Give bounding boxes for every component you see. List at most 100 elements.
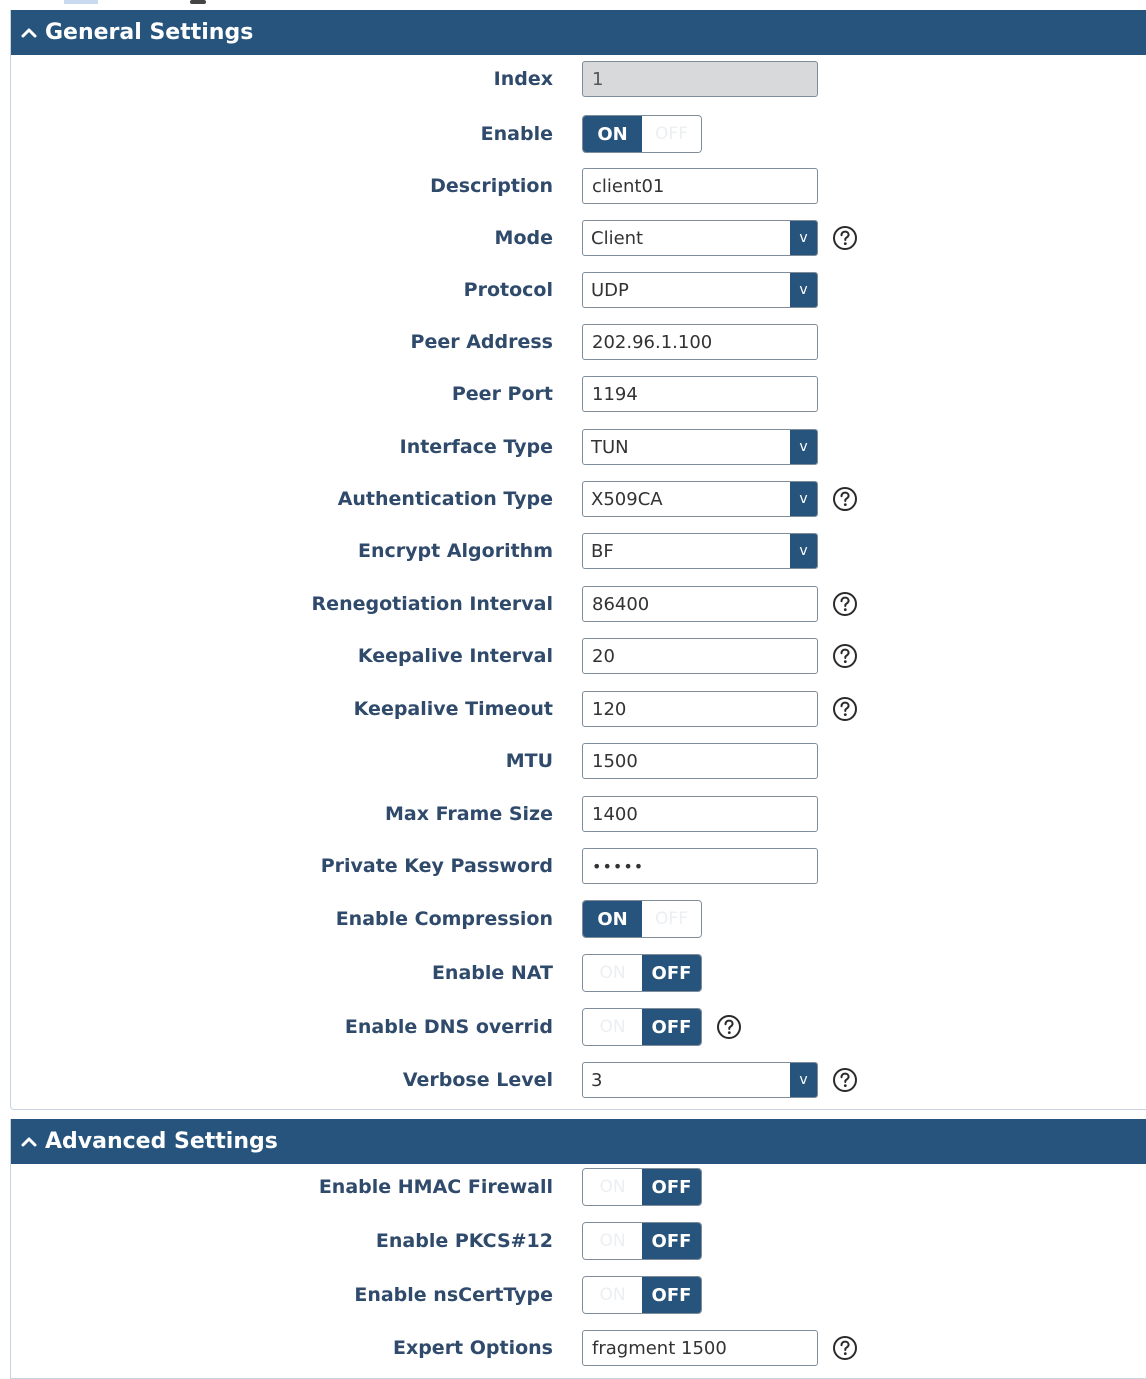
mtu-input[interactable]: 1500 xyxy=(582,743,818,779)
mode-select-value: Client xyxy=(591,227,644,249)
chevron-up-icon[interactable] xyxy=(19,1132,39,1152)
row-enable-hmac-firewall: Enable HMAC Firewall ON OFF xyxy=(11,1167,1146,1207)
renegotiation-interval-label: Renegotiation Interval xyxy=(311,593,553,615)
enable-dns-override-toggle-on: ON xyxy=(583,1009,642,1045)
peer-port-input[interactable]: 1194 xyxy=(582,376,818,412)
protocol-select[interactable]: UDP v xyxy=(582,272,818,308)
enable-hmac-firewall-toggle-on: ON xyxy=(583,1169,642,1205)
enable-pkcs12-label: Enable PKCS#12 xyxy=(375,1230,553,1252)
enable-pkcs12-toggle-off: OFF xyxy=(642,1223,701,1259)
help-icon[interactable] xyxy=(832,1335,858,1361)
row-keepalive-interval: Keepalive Interval 20 xyxy=(11,636,1146,676)
help-icon[interactable] xyxy=(832,591,858,617)
row-renegotiation-interval: Renegotiation Interval 86400 xyxy=(11,584,1146,624)
peer-port-label: Peer Port xyxy=(451,383,553,405)
help-icon[interactable] xyxy=(832,225,858,251)
max-frame-size-input[interactable]: 1400 xyxy=(582,796,818,832)
keepalive-interval-label: Keepalive Interval xyxy=(357,645,553,667)
help-icon[interactable] xyxy=(832,1067,858,1093)
enable-hmac-firewall-label: Enable HMAC Firewall xyxy=(318,1176,553,1198)
private-key-password-input[interactable]: ••••• xyxy=(582,848,818,884)
enable-dns-override-label: Enable DNS overrid xyxy=(344,1016,553,1038)
dropdown-arrow-icon[interactable]: v xyxy=(790,430,817,464)
enable-compression-label: Enable Compression xyxy=(335,908,553,930)
dropdown-arrow-icon[interactable]: v xyxy=(790,482,817,516)
row-enable: Enable ON OFF xyxy=(11,114,1146,154)
encrypt-algorithm-select[interactable]: BF v xyxy=(582,533,818,569)
cropped-text xyxy=(190,0,206,4)
dropdown-arrow-icon[interactable]: v xyxy=(790,273,817,307)
mode-select[interactable]: Client v xyxy=(582,220,818,256)
encrypt-algorithm-label: Encrypt Algorithm xyxy=(358,540,553,562)
help-icon[interactable] xyxy=(716,1014,742,1040)
enable-pkcs12-toggle-on: ON xyxy=(583,1223,642,1259)
enable-dns-override-toggle-off: OFF xyxy=(642,1009,701,1045)
enable-compression-toggle-off: OFF xyxy=(642,901,701,937)
help-icon[interactable] xyxy=(832,486,858,512)
verbose-level-label: Verbose Level xyxy=(402,1069,553,1091)
advanced-settings-title: Advanced Settings xyxy=(45,1129,278,1154)
enable-toggle[interactable]: ON OFF xyxy=(582,115,702,153)
private-key-password-label: Private Key Password xyxy=(320,855,553,877)
mtu-label: MTU xyxy=(505,750,553,772)
row-peer-address: Peer Address 202.96.1.100 xyxy=(11,322,1146,362)
description-label: Description xyxy=(430,175,553,197)
chevron-up-icon[interactable] xyxy=(19,23,39,43)
row-max-frame-size: Max Frame Size 1400 xyxy=(11,794,1146,834)
general-settings-section: General Settings Index 1 Enable ON OFF D… xyxy=(10,10,1146,1110)
index-label: Index xyxy=(493,68,553,90)
protocol-select-value: UDP xyxy=(591,279,629,301)
peer-address-label: Peer Address xyxy=(410,331,553,353)
row-interface-type: Interface Type TUN v xyxy=(11,427,1146,467)
encrypt-algorithm-select-value: BF xyxy=(591,540,614,562)
row-expert-options: Expert Options fragment 1500 xyxy=(11,1328,1146,1368)
verbose-level-select-value: 3 xyxy=(591,1069,603,1091)
dropdown-arrow-icon[interactable]: v xyxy=(790,221,817,255)
row-index: Index 1 xyxy=(11,59,1146,99)
mode-label: Mode xyxy=(494,227,553,249)
description-input[interactable]: client01 xyxy=(582,168,818,204)
enable-nscerttype-toggle[interactable]: ON OFF xyxy=(582,1276,702,1314)
help-icon[interactable] xyxy=(832,696,858,722)
row-enable-compression: Enable Compression ON OFF xyxy=(11,899,1146,939)
interface-type-label: Interface Type xyxy=(399,436,553,458)
interface-type-select[interactable]: TUN v xyxy=(582,429,818,465)
enable-pkcs12-toggle[interactable]: ON OFF xyxy=(582,1222,702,1260)
enable-nat-toggle[interactable]: ON OFF xyxy=(582,954,702,992)
row-mtu: MTU 1500 xyxy=(11,741,1146,781)
dropdown-arrow-icon[interactable]: v xyxy=(790,1063,817,1097)
auth-type-label: Authentication Type xyxy=(337,488,553,510)
auth-type-select-value: X509CA xyxy=(591,488,663,510)
enable-nscerttype-toggle-off: OFF xyxy=(642,1277,701,1313)
enable-label: Enable xyxy=(480,123,553,145)
expert-options-input[interactable]: fragment 1500 xyxy=(582,1330,818,1366)
keepalive-timeout-input[interactable]: 120 xyxy=(582,691,818,727)
row-enable-pkcs12: Enable PKCS#12 ON OFF xyxy=(11,1221,1146,1261)
row-enable-nat: Enable NAT ON OFF xyxy=(11,953,1146,993)
protocol-label: Protocol xyxy=(463,279,553,301)
peer-address-input[interactable]: 202.96.1.100 xyxy=(582,324,818,360)
enable-nscerttype-toggle-on: ON xyxy=(583,1277,642,1313)
renegotiation-interval-input[interactable]: 86400 xyxy=(582,586,818,622)
row-verbose-level: Verbose Level 3 v xyxy=(11,1060,1146,1100)
dropdown-arrow-icon[interactable]: v xyxy=(790,534,817,568)
help-icon[interactable] xyxy=(832,643,858,669)
advanced-settings-header[interactable]: Advanced Settings xyxy=(11,1119,1146,1164)
enable-toggle-off: OFF xyxy=(642,116,701,152)
index-field: 1 xyxy=(582,61,818,97)
auth-type-select[interactable]: X509CA v xyxy=(582,481,818,517)
keepalive-timeout-label: Keepalive Timeout xyxy=(353,698,553,720)
enable-compression-toggle-on: ON xyxy=(583,901,642,937)
enable-nat-label: Enable NAT xyxy=(431,962,553,984)
enable-nat-toggle-on: ON xyxy=(583,955,642,991)
verbose-level-select[interactable]: 3 v xyxy=(582,1062,818,1098)
general-settings-header[interactable]: General Settings xyxy=(11,10,1146,55)
interface-type-select-value: TUN xyxy=(591,436,629,458)
row-peer-port: Peer Port 1194 xyxy=(11,374,1146,414)
row-description: Description client01 xyxy=(11,166,1146,206)
enable-compression-toggle[interactable]: ON OFF xyxy=(582,900,702,938)
enable-hmac-firewall-toggle[interactable]: ON OFF xyxy=(582,1168,702,1206)
keepalive-interval-input[interactable]: 20 xyxy=(582,638,818,674)
enable-dns-override-toggle[interactable]: ON OFF xyxy=(582,1008,702,1046)
expert-options-label: Expert Options xyxy=(392,1337,553,1359)
